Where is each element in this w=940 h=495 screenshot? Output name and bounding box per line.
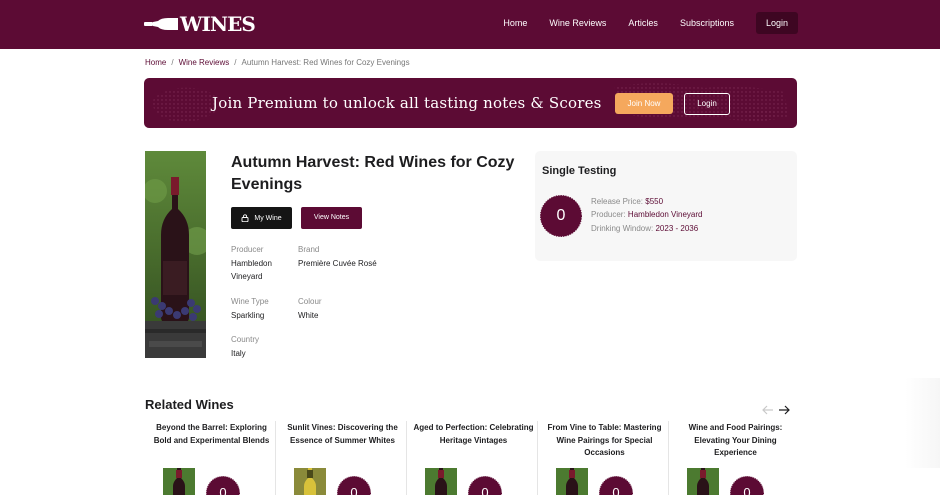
producer-label: Producer (231, 245, 264, 254)
brand-value: Première Cuvée Rosé (298, 259, 377, 268)
related-wines-heading: Related Wines (145, 397, 234, 412)
related-score-badge: 0 (730, 476, 764, 495)
related-score-value: 0 (612, 485, 620, 495)
brand-label: Brand (298, 245, 320, 254)
top-navigation-bar: WINES Home Wine Reviews Articles Subscri… (0, 0, 940, 49)
related-score-badge: 0 (468, 476, 502, 495)
breadcrumb: Home / Wine Reviews / Autumn Harvest: Re… (145, 58, 410, 67)
related-wine-thumbnail (294, 468, 326, 495)
related-wine-thumbnail (425, 468, 457, 495)
related-wine-card[interactable]: Wine and Food Pairings: Elevating Your D… (669, 421, 800, 495)
related-wine-title: Beyond the Barrel: Exploring Bold and Ex… (153, 423, 270, 445)
breadcrumb-current: Autumn Harvest: Red Wines for Cozy Eveni… (241, 58, 410, 67)
score-value: 0 (556, 207, 566, 224)
related-score-value: 0 (219, 485, 227, 495)
premium-banner: Join Premium to unlock all tasting notes… (144, 78, 797, 128)
nav-home[interactable]: Home (492, 12, 538, 34)
release-price-line: Release Price: $550 (591, 197, 663, 206)
header-login-button[interactable]: Login (755, 12, 798, 34)
lock-icon (241, 214, 249, 222)
related-wine-title: Wine and Food Pairings: Elevating Your D… (688, 423, 783, 457)
related-wine-title: Aged to Perfection: Celebrating Heritage… (413, 423, 534, 445)
breadcrumb-separator: / (171, 58, 174, 67)
producer-value: Hambledon Vineyard (231, 259, 272, 281)
country-value: Italy (231, 349, 246, 358)
related-wine-card[interactable]: Aged to Perfection: Celebrating Heritage… (407, 421, 538, 495)
related-wine-title: From Vine to Table: Mastering Wine Pairi… (547, 423, 662, 457)
card-producer-line: Producer: Hambledon Vineyard (591, 210, 703, 219)
carousel-next-button[interactable] (778, 402, 790, 420)
my-wine-label: My Wine (254, 214, 282, 222)
breadcrumb-home[interactable]: Home (145, 58, 166, 67)
my-wine-button[interactable]: My Wine (231, 207, 292, 229)
wine-bottle-logo-icon (144, 18, 178, 30)
related-score-badge: 0 (206, 476, 240, 495)
card-producer-value: Hambledon Vineyard (627, 210, 703, 219)
related-wines-list: Beyond the Barrel: Exploring Bold and Ex… (145, 421, 800, 495)
breadcrumb-wine-reviews[interactable]: Wine Reviews (179, 58, 230, 67)
main-nav: Home Wine Reviews Articles Subscriptions… (492, 12, 798, 34)
wine-type-value: Sparkling (231, 311, 265, 320)
country-label: Country (231, 335, 260, 344)
drinking-window-value: 2023 - 2036 (655, 224, 699, 233)
logo-text: WINES (180, 12, 256, 36)
colour-value: White (298, 311, 319, 320)
brand-field: Brand Première Cuvée Rosé (298, 243, 408, 270)
single-testing-card: Single Testing 0 Release Price: $550 Pro… (535, 151, 797, 261)
producer-field: Producer Hambledon Vineyard (231, 243, 291, 283)
related-wine-card[interactable]: From Vine to Table: Mastering Wine Pairi… (538, 421, 669, 495)
card-producer-label: Producer: (591, 210, 626, 219)
banner-login-button[interactable]: Login (684, 93, 730, 115)
breadcrumb-separator: / (234, 58, 237, 67)
related-score-value: 0 (743, 485, 751, 495)
view-notes-button[interactable]: View Notes (301, 207, 362, 229)
score-badge: 0 (540, 195, 582, 237)
related-wine-title: Sunlit Vines: Discovering the Essence of… (287, 423, 398, 445)
related-score-badge: 0 (337, 476, 371, 495)
related-wine-card[interactable]: Sunlit Vines: Discovering the Essence of… (276, 421, 407, 495)
colour-field: Colour White (298, 295, 358, 322)
card-title: Single Testing (542, 165, 617, 177)
drinking-window-line: Drinking Window: 2023 - 2036 (591, 224, 698, 233)
wine-product-image (145, 151, 206, 358)
site-logo[interactable]: WINES (144, 12, 256, 36)
wine-type-label: Wine Type (231, 297, 269, 306)
colour-label: Colour (298, 297, 322, 306)
nav-subscriptions[interactable]: Subscriptions (669, 12, 745, 34)
drinking-window-label: Drinking Window: (591, 224, 654, 233)
arrow-right-icon (779, 405, 790, 415)
related-wine-thumbnail (687, 468, 719, 495)
wine-type-field: Wine Type Sparkling (231, 295, 291, 322)
wine-title: Autumn Harvest: Red Wines for Cozy Eveni… (231, 154, 515, 193)
related-wine-thumbnail (556, 468, 588, 495)
related-wine-thumbnail (163, 468, 195, 495)
related-score-value: 0 (350, 485, 358, 495)
country-field: Country Italy (231, 333, 291, 360)
related-score-value: 0 (481, 485, 489, 495)
related-score-badge: 0 (599, 476, 633, 495)
release-price-value: $550 (645, 197, 664, 206)
related-wine-card[interactable]: Beyond the Barrel: Exploring Bold and Ex… (145, 421, 276, 495)
nav-articles[interactable]: Articles (617, 12, 669, 34)
join-now-button[interactable]: Join Now (615, 93, 673, 114)
banner-headline: Join Premium to unlock all tasting notes… (212, 94, 602, 112)
carousel-prev-button[interactable] (762, 402, 774, 420)
floating-panel-shadow (905, 378, 940, 468)
release-price-label: Release Price: (591, 197, 644, 206)
arrow-left-icon (762, 405, 773, 415)
nav-wine-reviews[interactable]: Wine Reviews (538, 12, 617, 34)
